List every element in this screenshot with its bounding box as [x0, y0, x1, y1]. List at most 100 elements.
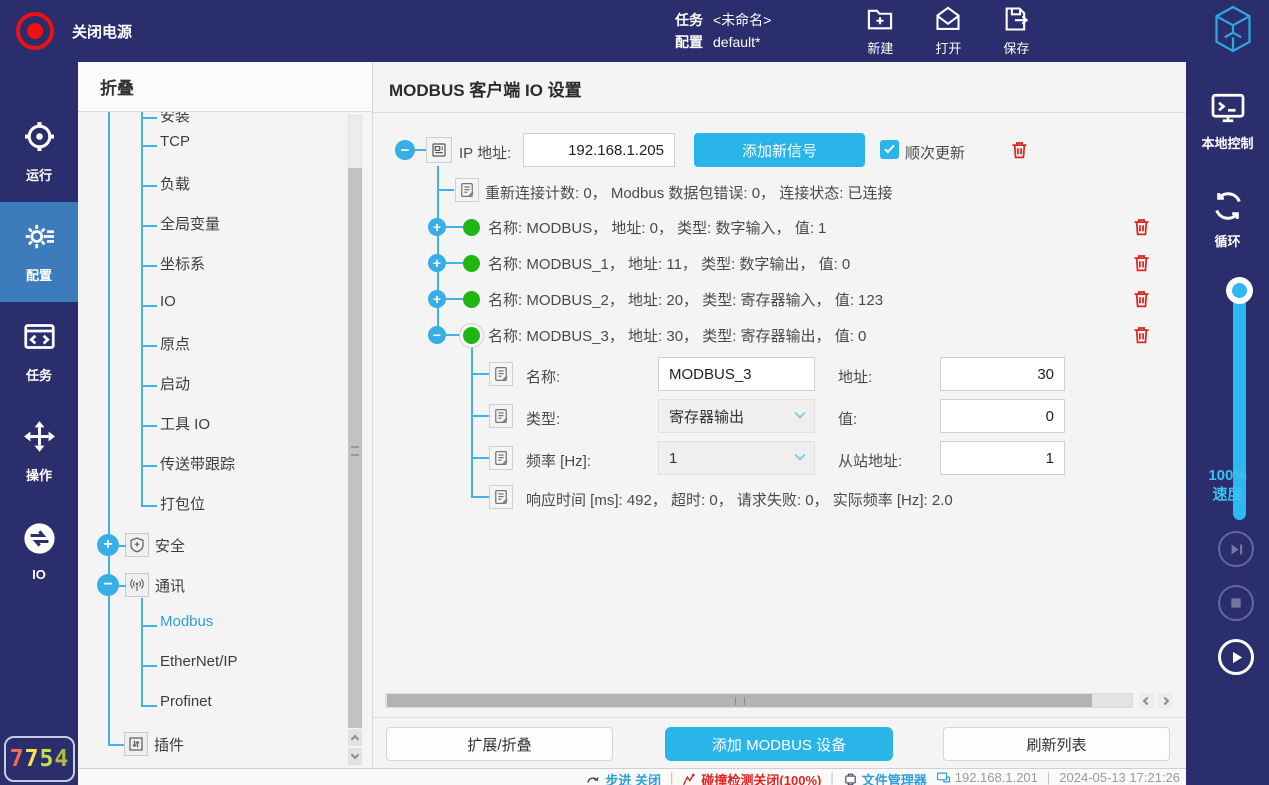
status-item[interactable]: 步进 关闭 [586, 770, 661, 785]
expand-icon[interactable]: + [97, 534, 119, 556]
connector-tick [471, 457, 489, 459]
value-input[interactable] [940, 399, 1065, 433]
sidebar-item-label: 任务 [26, 365, 52, 384]
power-label: 关闭电源 [72, 21, 132, 42]
tree-item-Profinet[interactable]: Profinet [160, 693, 212, 710]
modbus-settings-panel: MODBUS 客户端 IO 设置 − IP 地址: 添加新信号 顺次更新 重新连… [373, 62, 1186, 768]
sidebar-item-操作[interactable]: 操作 [0, 402, 78, 502]
tree-connector-line [141, 598, 143, 707]
response-stats-text: 响应时间 [ms]: 492， 超时: 0， 请求失败: 0， 实际频率 [Hz… [526, 489, 953, 510]
ip-address-input[interactable] [523, 133, 675, 167]
sidebar-item-配置[interactable]: 配置 [0, 202, 78, 302]
type-select[interactable]: 寄存器输出 [658, 399, 815, 433]
add-signal-button[interactable]: 添加新信号 [694, 133, 865, 167]
tree-item-Modbus[interactable]: Modbus [160, 613, 213, 630]
sidebar-item-label: 操作 [26, 465, 52, 484]
status-item[interactable]: 文件管理器 [843, 770, 927, 785]
speed-value: 100% [1186, 466, 1269, 485]
signal-row-text: 名称: MODBUS_1， 地址: 11， 类型: 数字输出， 值: 0 [488, 253, 850, 274]
step-forward-button[interactable] [1218, 531, 1254, 567]
signal-status-dot [463, 291, 480, 308]
scroll-right-button[interactable] [1157, 693, 1172, 708]
operate-icon [23, 420, 56, 458]
modbus-device-icon [426, 137, 452, 163]
task-label: 任务 [675, 12, 703, 28]
stats-doc-icon [455, 178, 479, 202]
sequential-update-checkbox[interactable] [880, 140, 899, 159]
tree-item-通讯[interactable]: −通讯 [97, 573, 185, 597]
signal-row-text: 名称: MODBUS_2， 地址: 20， 类型: 寄存器输入， 值: 123 [488, 289, 883, 310]
speed-slider-thumb[interactable] [1226, 277, 1253, 304]
frequency-select[interactable]: 1 [658, 441, 815, 475]
add-modbus-device-button[interactable]: 添加 MODBUS 设备 [665, 727, 893, 761]
signal-expand-toggle[interactable]: + [428, 254, 446, 272]
connector-tick [471, 373, 489, 375]
sidebar-item-任务[interactable]: 任务 [0, 302, 78, 402]
tree-item-插件[interactable]: 插件 [124, 732, 184, 756]
new-file-icon [866, 5, 894, 36]
scroll-left-button[interactable] [1139, 693, 1154, 708]
delete-signal-button[interactable] [1131, 252, 1152, 274]
tree-item-TCP[interactable]: TCP [160, 133, 190, 150]
detail-doc-icon [489, 446, 513, 470]
tree-item-IO[interactable]: IO [160, 293, 176, 310]
loop-button[interactable]: 循环 [1186, 188, 1269, 250]
config-icon [23, 220, 56, 258]
new-file-button[interactable]: 新建 [866, 5, 894, 57]
brand-logo-icon [1211, 5, 1255, 58]
tree-tick [141, 625, 157, 627]
local-control-button[interactable]: 本地控制 [1186, 90, 1269, 152]
counter-digit: 7 [25, 746, 40, 772]
tree-tick [141, 665, 157, 667]
play-button[interactable] [1218, 639, 1254, 675]
tree-tick [141, 265, 157, 267]
tree-item-label: TCP [160, 133, 190, 150]
tree-item-全局变量[interactable]: 全局变量 [160, 213, 220, 234]
sidebar-item-IO[interactable]: IO [0, 502, 78, 602]
step-icon [586, 772, 601, 785]
delete-device-button[interactable] [1009, 139, 1030, 161]
device-collapse-toggle[interactable]: − [395, 140, 415, 160]
tree-item-启动[interactable]: 启动 [160, 373, 190, 394]
refresh-list-button[interactable]: 刷新列表 [943, 727, 1170, 761]
tree-item-负载[interactable]: 负载 [160, 173, 190, 194]
tree-item-原点[interactable]: 原点 [160, 333, 190, 354]
tree-scroll-up-button[interactable] [348, 729, 362, 746]
tree-item-工具 IO[interactable]: 工具 IO [160, 413, 210, 434]
tree-tick [141, 385, 157, 387]
tree-item-EtherNet/IP[interactable]: EtherNet/IP [160, 653, 238, 670]
io-icon [23, 522, 56, 560]
delete-signal-button[interactable] [1131, 216, 1152, 238]
value-label: 值: [838, 408, 857, 429]
connector-tick [471, 496, 489, 498]
address-label: 地址: [838, 366, 872, 387]
delete-signal-button[interactable] [1131, 324, 1152, 346]
status-text: 碰撞检测关闭(100%) [701, 770, 821, 785]
frequency-select-value: 1 [669, 450, 677, 467]
stop-button[interactable] [1218, 585, 1254, 621]
tree-item-安全[interactable]: +安全 [97, 533, 185, 557]
expand-collapse-button[interactable]: 扩展/折叠 [386, 727, 613, 761]
delete-signal-button[interactable] [1131, 288, 1152, 310]
save-button[interactable]: 保存 [1002, 5, 1030, 57]
status-item: 碰撞检测关闭(100%) [682, 770, 821, 785]
status-text: 文件管理器 [862, 770, 927, 785]
open-button[interactable]: 打开 [934, 5, 962, 57]
power-button[interactable]: 关闭电源 [0, 12, 220, 50]
sidebar-item-运行[interactable]: 运行 [0, 102, 78, 202]
connector-tick [446, 226, 464, 228]
tree-item-打包位[interactable]: 打包位 [160, 493, 205, 514]
address-input[interactable] [940, 357, 1065, 391]
tree-collapse-header[interactable]: 折叠 [78, 62, 372, 112]
slave-address-input[interactable] [940, 441, 1065, 475]
signal-expand-toggle[interactable]: + [428, 290, 446, 308]
name-input[interactable] [658, 357, 815, 391]
tree-item-坐标系[interactable]: 坐标系 [160, 253, 205, 274]
tree-item-传送带跟踪[interactable]: 传送带跟踪 [160, 453, 235, 474]
tree-scroll-down-button[interactable] [348, 748, 362, 765]
signal-collapse-toggle[interactable]: − [428, 326, 446, 344]
collapse-icon[interactable]: − [97, 574, 119, 596]
signal-expand-toggle[interactable]: + [428, 218, 446, 236]
action-label: 新建 [867, 38, 893, 57]
tree-item-label: IO [160, 293, 176, 310]
